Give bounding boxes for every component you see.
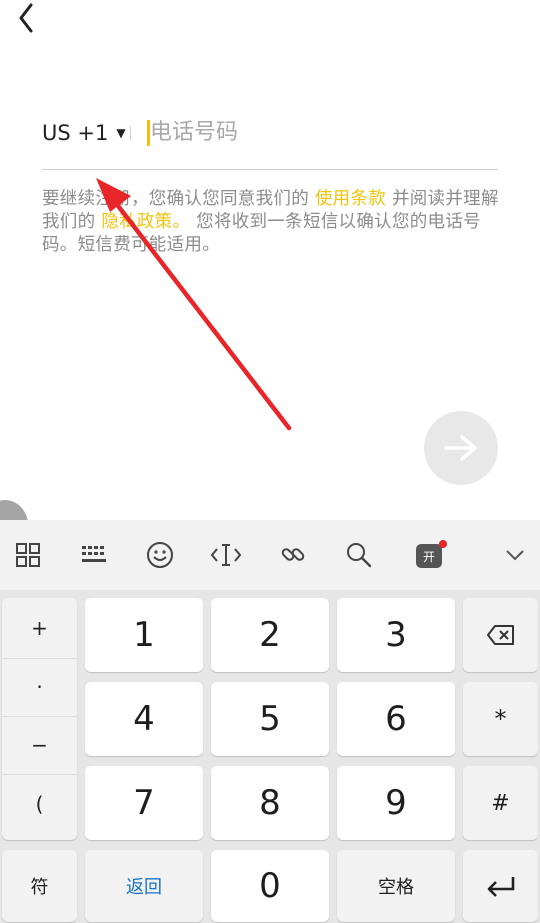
input-underline xyxy=(42,169,498,170)
key-5[interactable]: 5 xyxy=(211,682,329,756)
key-1[interactable]: 1 xyxy=(85,598,203,672)
privacy-policy-link[interactable]: 隐私政策。 xyxy=(101,212,190,232)
grid-icon[interactable] xyxy=(3,520,53,590)
terms-of-use-link[interactable]: 使用条款 xyxy=(315,189,386,209)
link-icon[interactable] xyxy=(268,520,318,590)
enter-icon xyxy=(487,877,514,897)
enter-key[interactable] xyxy=(463,850,538,922)
return-key[interactable]: 返回 xyxy=(85,850,203,922)
next-button[interactable] xyxy=(424,411,498,485)
back-button[interactable] xyxy=(8,0,44,36)
key-7[interactable]: 7 xyxy=(85,766,203,840)
terms-text: 要继续注册，您确认您同意我们的 使用条款 并阅读并理解我们的 隐私政策。 您将收… xyxy=(42,188,502,257)
plus-key[interactable]: + xyxy=(2,598,77,658)
backspace-icon xyxy=(486,625,514,645)
terms-text-part1: 要继续注册，您确认您同意我们的 xyxy=(42,189,309,209)
key-2[interactable]: 2 xyxy=(211,598,329,672)
svg-text:开: 开 xyxy=(423,550,435,564)
keyboard-toolbar: 开 xyxy=(0,520,540,590)
symbol-column: + · − ( xyxy=(2,598,77,840)
phone-number-input[interactable] xyxy=(150,114,480,150)
chevron-left-icon xyxy=(19,3,33,33)
key-9[interactable]: 9 xyxy=(337,766,455,840)
country-code-label: US +1 xyxy=(42,121,109,145)
key-3[interactable]: 3 xyxy=(337,598,455,672)
minus-key[interactable]: − xyxy=(2,716,77,774)
search-icon[interactable] xyxy=(334,520,384,590)
space-key[interactable]: 空格 xyxy=(337,850,455,922)
star-key[interactable]: * xyxy=(463,682,538,756)
key-6[interactable]: 6 xyxy=(337,682,455,756)
emoji-icon[interactable] xyxy=(135,520,185,590)
key-4[interactable]: 4 xyxy=(85,682,203,756)
text-cursor-icon[interactable] xyxy=(201,520,251,590)
dot-key[interactable]: · xyxy=(2,658,77,716)
caret-down-icon: ▼ xyxy=(116,126,126,140)
backspace-key[interactable] xyxy=(463,598,538,672)
arrow-right-icon xyxy=(444,435,477,461)
app-icon[interactable]: 开 xyxy=(406,520,456,590)
chevron-down-icon[interactable] xyxy=(490,520,540,590)
keyboard-icon[interactable] xyxy=(69,520,119,590)
key-0[interactable]: 0 xyxy=(211,850,329,922)
hash-key[interactable]: # xyxy=(463,766,538,840)
key-8[interactable]: 8 xyxy=(211,766,329,840)
symbol-key[interactable]: 符 xyxy=(2,850,77,922)
paren-key[interactable]: ( xyxy=(2,774,77,834)
separator xyxy=(130,126,131,140)
country-code-selector[interactable]: US +1 ▼ xyxy=(42,118,126,148)
